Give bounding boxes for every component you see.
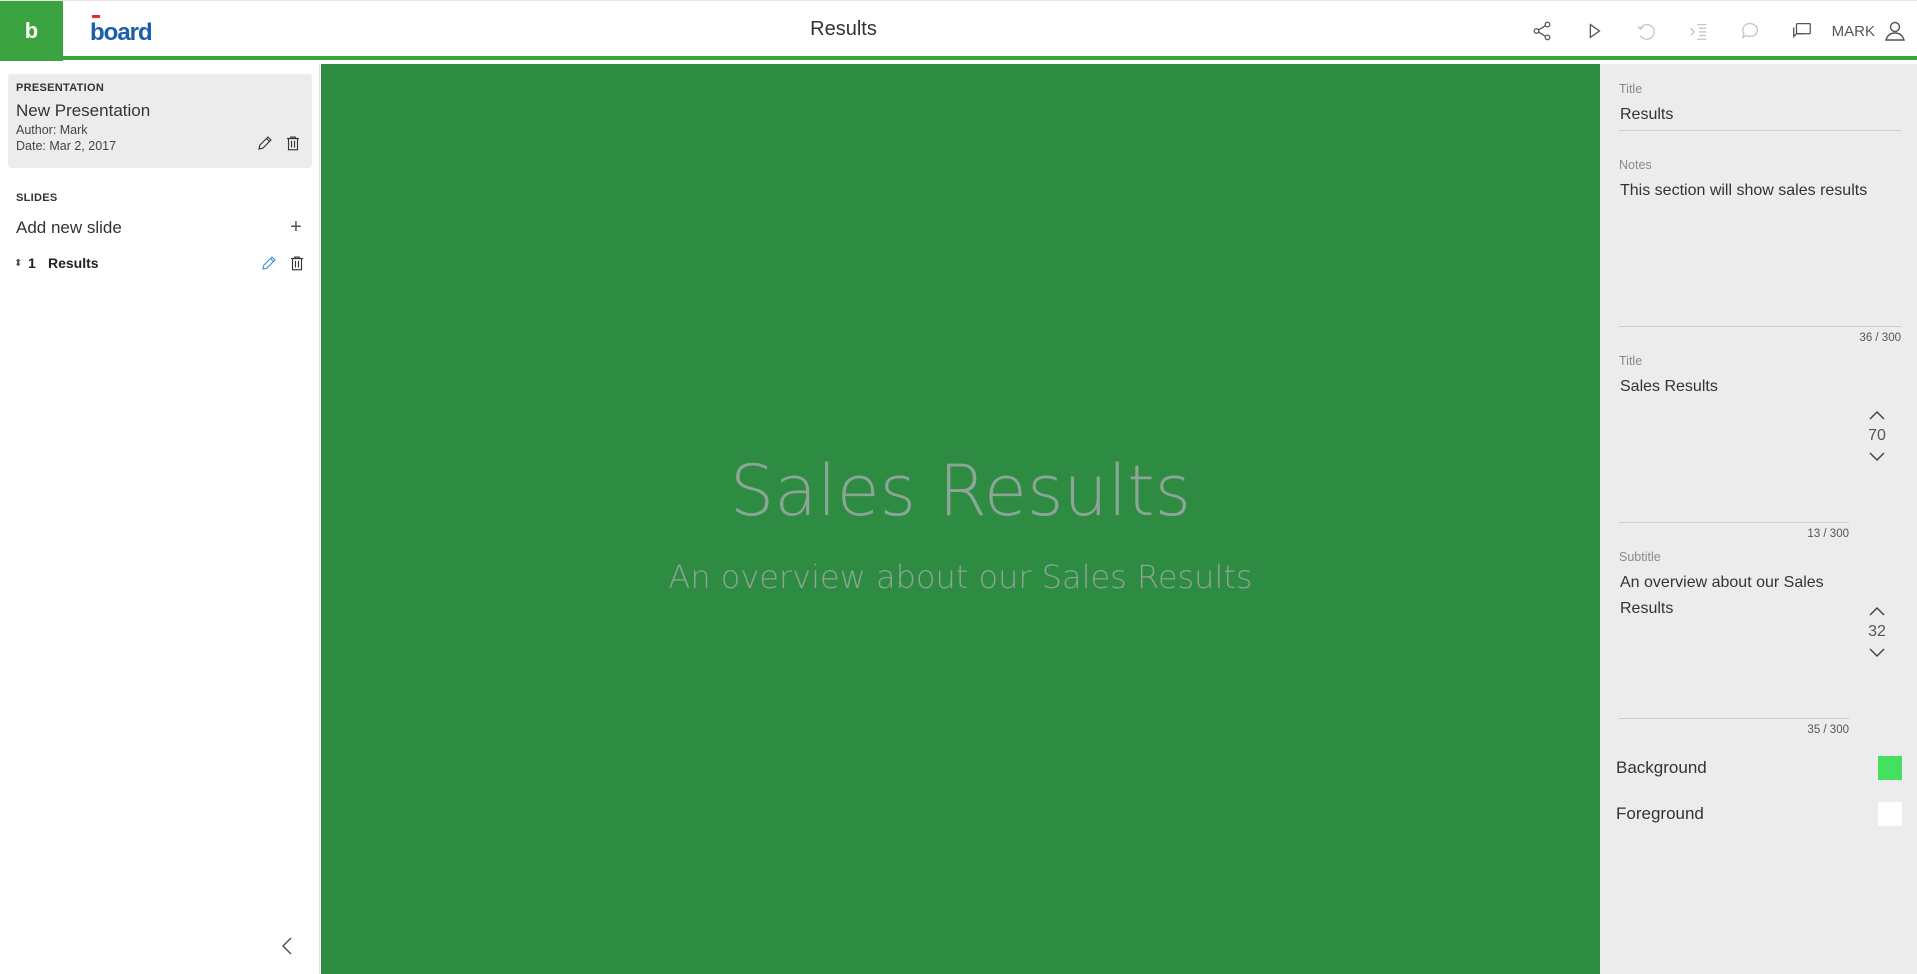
- plus-icon: +: [290, 216, 302, 238]
- title-font-size-stepper: 70: [1862, 409, 1892, 463]
- page-title: Results: [810, 18, 877, 40]
- subtitle-field-label: Subtitle: [1619, 550, 1661, 564]
- title-field-underline: [1619, 130, 1901, 131]
- reorder-handle-icon[interactable]: ⬍: [14, 258, 28, 269]
- collapse-sidebar-button[interactable]: [278, 934, 296, 958]
- slide-title-field-underline: [1619, 522, 1849, 523]
- undo-icon: [1636, 23, 1655, 40]
- foreground-color-row: Foreground: [1616, 802, 1902, 826]
- chevron-down-icon[interactable]: [1868, 647, 1886, 659]
- chat-button[interactable]: [1776, 1, 1828, 61]
- add-new-slide-button[interactable]: Add new slide +: [16, 216, 306, 239]
- slide-number: 1: [28, 255, 36, 271]
- presentation-card[interactable]: PRESENTATION New Presentation Author: Ma…: [8, 74, 312, 168]
- chevron-left-icon: [281, 937, 292, 955]
- chevron-up-icon[interactable]: [1868, 605, 1886, 617]
- background-color-row: Background: [1616, 756, 1902, 780]
- play-button[interactable]: [1568, 1, 1620, 61]
- chat-icon: [1792, 23, 1811, 39]
- edit-presentation-icon[interactable]: [256, 134, 274, 152]
- subtitle-font-size-value: 32: [1868, 623, 1886, 640]
- title-field[interactable]: Results: [1620, 102, 1900, 128]
- outline-icon: [1689, 23, 1706, 40]
- title-font-size-value: 70: [1868, 427, 1886, 444]
- slide-canvas-title: Sales Results: [729, 450, 1192, 532]
- app-header: b board Results MARK: [0, 0, 1917, 61]
- play-icon: [1589, 23, 1601, 39]
- title-field-label: Title: [1619, 82, 1643, 96]
- outline-button[interactable]: [1672, 1, 1724, 61]
- user-icon: [1885, 21, 1905, 41]
- slide-title-char-counter: 13 / 300: [1807, 528, 1849, 540]
- background-color-swatch[interactable]: [1878, 756, 1902, 780]
- slide-actions: [260, 254, 306, 272]
- notes-char-counter: 36 / 300: [1859, 332, 1901, 344]
- undo-button[interactable]: [1620, 1, 1672, 61]
- user-menu-button[interactable]: [1883, 1, 1917, 61]
- slide-list-item[interactable]: ⬍ 1 Results: [14, 254, 306, 272]
- chevron-up-icon[interactable]: [1868, 409, 1886, 421]
- subtitle-field[interactable]: An overview about our Sales Results: [1620, 570, 1840, 680]
- subtitle-font-size-stepper: 32: [1862, 605, 1892, 659]
- subtitle-field-underline: [1619, 718, 1849, 719]
- slides-label: SLIDES: [16, 192, 58, 204]
- edit-slide-icon[interactable]: [260, 254, 278, 272]
- add-new-slide-label: Add new slide: [16, 217, 122, 237]
- subtitle-char-counter: 35 / 300: [1807, 724, 1849, 736]
- slide-title-field[interactable]: Sales Results: [1620, 374, 1840, 484]
- slide-canvas-subtitle: An overview about our Sales Results: [668, 558, 1253, 596]
- chevron-down-icon[interactable]: [1868, 451, 1886, 463]
- notes-field-underline: [1619, 326, 1901, 327]
- presentation-name: New Presentation: [16, 101, 151, 120]
- slide-title-field-label: Title: [1619, 354, 1643, 368]
- comment-button[interactable]: [1724, 1, 1776, 61]
- background-label: Background: [1616, 758, 1707, 777]
- user-name[interactable]: MARK: [1832, 23, 1875, 40]
- share-button[interactable]: [1516, 1, 1568, 61]
- foreground-label: Foreground: [1616, 804, 1704, 823]
- slide-canvas[interactable]: Sales Results An overview about our Sale…: [321, 64, 1600, 974]
- comment-bubble-icon: [1741, 23, 1758, 39]
- notes-field-label: Notes: [1619, 158, 1652, 172]
- slide-title: Results: [48, 255, 99, 271]
- share-icon: [1533, 21, 1551, 41]
- delete-presentation-icon[interactable]: [284, 134, 302, 152]
- notes-field[interactable]: This section will show sales results: [1620, 178, 1900, 328]
- slide-properties-panel: Title Results Notes This section will sh…: [1600, 64, 1917, 974]
- presentation-label: PRESENTATION: [16, 82, 105, 94]
- presentation-actions: [256, 134, 302, 152]
- delete-slide-icon[interactable]: [288, 254, 306, 272]
- header-toolbar: MARK: [1516, 1, 1917, 61]
- presentation-sidebar: PRESENTATION New Presentation Author: Ma…: [0, 64, 320, 974]
- foreground-color-swatch[interactable]: [1878, 802, 1902, 826]
